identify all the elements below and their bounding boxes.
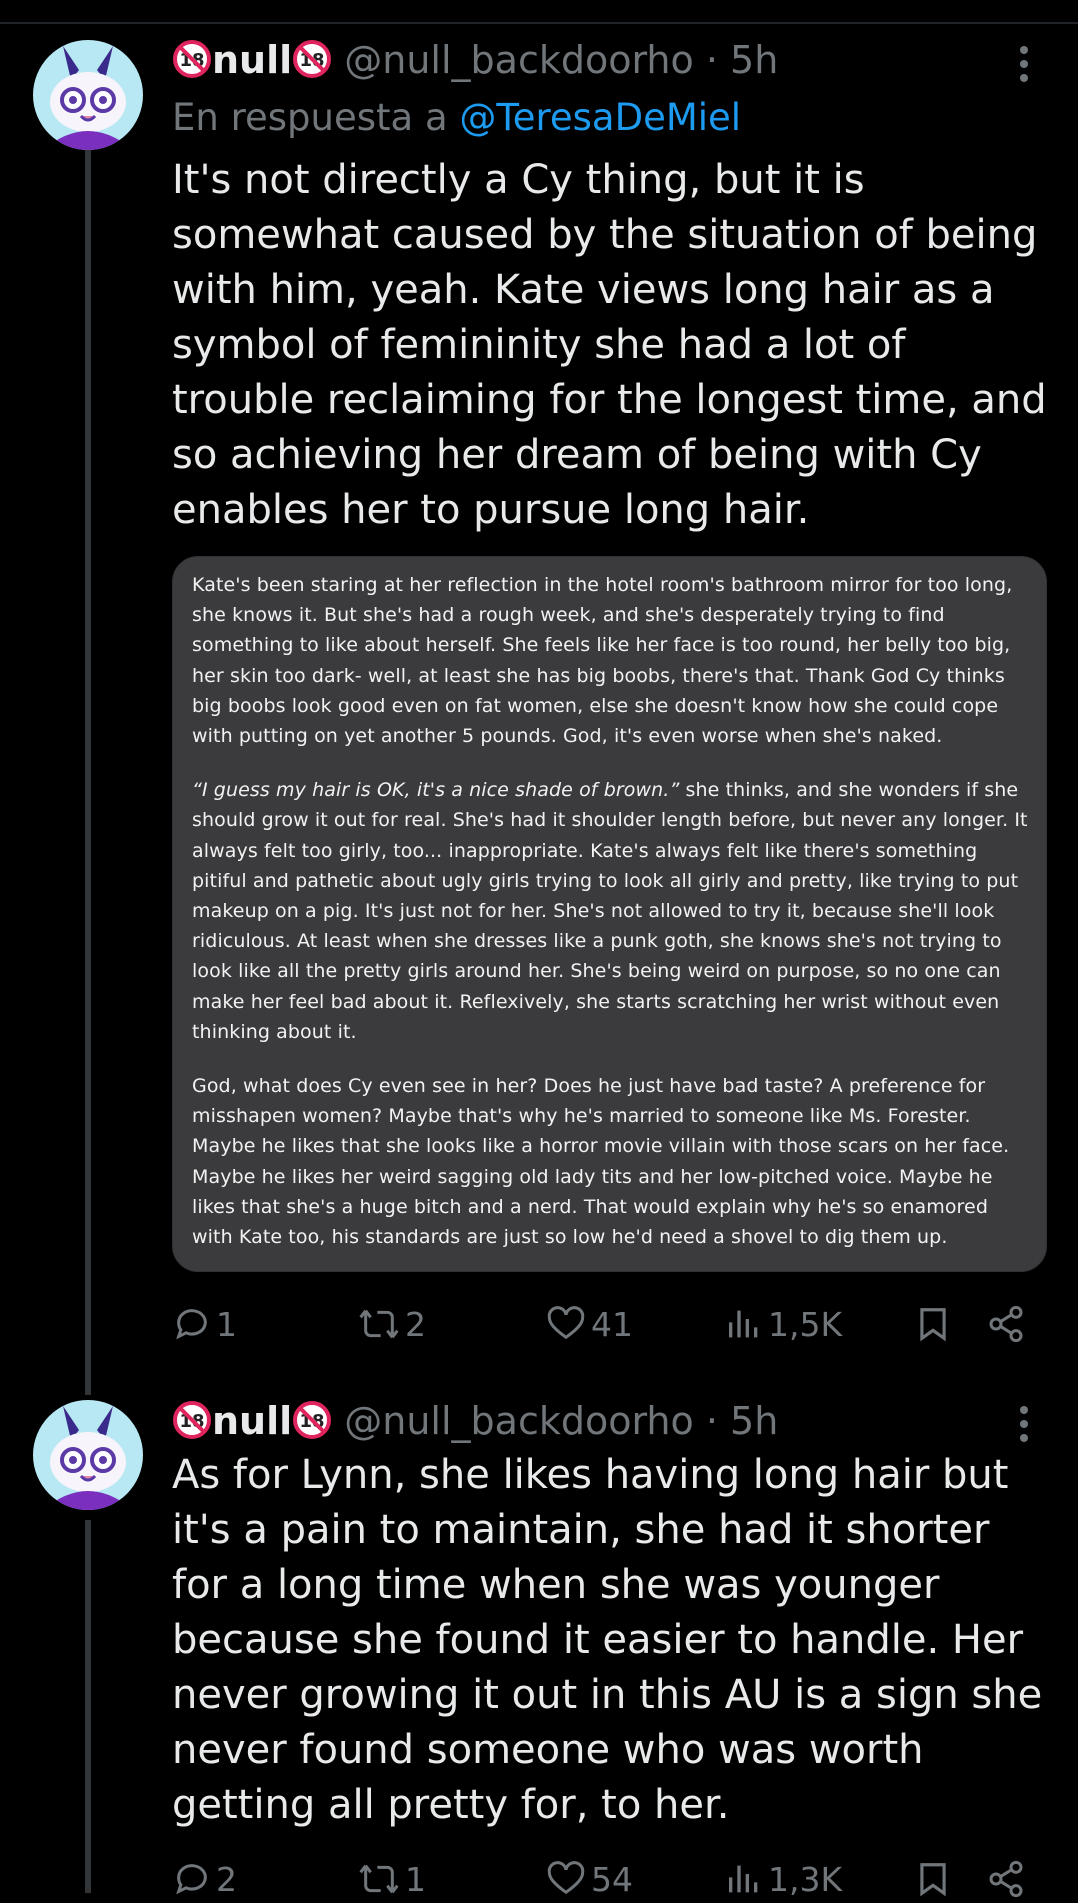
avatar[interactable] [33,1400,143,1510]
attachment-paragraph: God, what does Cy even see in her? Does … [192,1075,1010,1249]
post-header: 18 null 18 @null_backdoorho · 5h [172,1397,778,1445]
under-18-icon: 18 [172,39,212,79]
dot-separator: · [705,38,718,82]
view-count: 1,5K [768,1304,843,1344]
post-time[interactable]: 5h [730,38,778,82]
share-button[interactable] [986,1855,1026,1903]
heart-icon [547,1306,585,1340]
repost-button[interactable]: 2 [357,1300,426,1348]
attachment-paragraph: Kate's been staring at her reflection in… [192,574,1013,748]
text-image-attachment[interactable]: Kate's been staring at her reflection in… [172,556,1047,1272]
like-button[interactable]: 54 [545,1855,633,1903]
user-handle[interactable]: @null_backdoorho [344,1399,694,1443]
bookmark-button[interactable] [914,1300,952,1348]
post-actions: 1 2 41 1,5K [172,1300,1032,1348]
thread-connector-line [85,150,91,1395]
share-button[interactable] [986,1300,1026,1348]
more-options-icon[interactable] [1018,1406,1030,1442]
display-name[interactable]: null [212,38,292,82]
bookmark-icon [920,1308,946,1342]
reply-prefix: En respuesta a [172,96,448,139]
reply-context: En respuesta a @TeresaDeMiel [172,94,741,142]
top-divider [0,22,1078,24]
post-actions: 2 1 54 1,3K [172,1855,1032,1903]
repost-icon [359,1864,399,1894]
repost-count: 2 [405,1304,426,1344]
bookmark-button[interactable] [914,1855,952,1903]
reply-count: 1 [216,1304,237,1344]
like-count: 41 [591,1304,633,1344]
reply-icon [176,1864,207,1895]
heart-icon [547,1861,585,1895]
analytics-icon [729,1310,758,1338]
reply-button[interactable]: 1 [172,1300,237,1348]
under-18-icon: 18 [292,39,332,79]
post-time[interactable]: 5h [730,1399,778,1443]
reply-mention-link[interactable]: @TeresaDeMiel [459,96,741,139]
like-button[interactable]: 41 [545,1300,633,1348]
dot-separator: · [705,1399,718,1443]
post-text: As for Lynn, she likes having long hair … [172,1452,1043,1828]
avatar[interactable] [33,40,143,150]
more-options-icon[interactable] [1018,46,1030,82]
post-header: 18 null 18 @null_backdoorho · 5h [172,36,778,84]
repost-icon [359,1309,399,1339]
under-18-icon: 18 [172,1400,212,1440]
views-button[interactable]: 1,5K [724,1300,842,1348]
share-icon [989,1305,1023,1343]
reply-icon [176,1309,207,1340]
under-18-icon: 18 [292,1400,332,1440]
user-handle[interactable]: @null_backdoorho [344,38,694,82]
views-button[interactable]: 1,3K [724,1855,842,1903]
analytics-icon [729,1865,758,1893]
display-name[interactable]: null [212,1399,292,1443]
reply-button[interactable]: 2 [172,1855,237,1903]
share-icon [989,1860,1023,1898]
post-text: It's not directly a Cy thing, but it is … [172,157,1047,533]
repost-button[interactable]: 1 [357,1855,426,1903]
bookmark-icon [920,1863,946,1897]
thread-connector-line [85,1520,91,1893]
attachment-paragraph: “I guess my hair is OK, it's a nice shad… [192,779,1028,1043]
